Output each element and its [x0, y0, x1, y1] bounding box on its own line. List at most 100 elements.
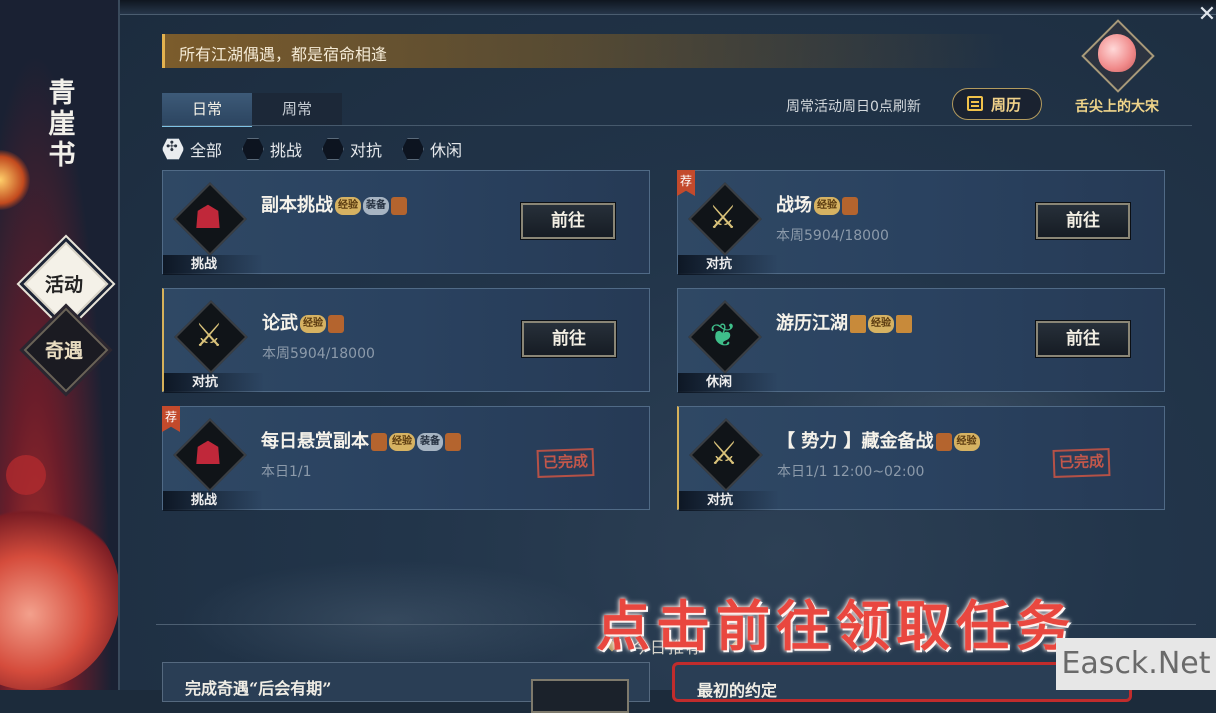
reward-item-icon — [328, 315, 344, 333]
reward-exp-icon: 经验 — [868, 315, 894, 333]
emblem-glyph: ☗ — [193, 198, 223, 236]
nav-activity-label[interactable]: 活动 — [24, 270, 104, 297]
activity-emblem-icon: ⚔ — [684, 182, 762, 261]
activity-card[interactable]: ☗ 挑战 副本挑战 经验 装备 前往 — [162, 170, 650, 275]
radio-selected-icon — [162, 138, 184, 160]
go-button[interactable]: 前往 — [522, 321, 616, 357]
badge-label: 舌尖上的大宋 — [1075, 99, 1159, 115]
calendar-icon — [967, 96, 983, 111]
radio-icon — [322, 138, 345, 160]
activity-title: 每日悬赏副本 经验 装备 — [261, 427, 461, 453]
tutorial-caption: 点击前往领取任务 — [596, 594, 1076, 658]
recommend-card[interactable]: 完成奇遇“后会有期” — [162, 662, 650, 713]
reward-exp-icon: 经验 — [814, 197, 840, 215]
refresh-note: 周常活动周日0点刷新 — [786, 99, 921, 115]
emblem-glyph: ⚔ — [709, 434, 739, 472]
moon-decoration — [0, 500, 118, 690]
activity-card[interactable]: ⚔ 对抗 【 势力 】藏金备战 经验本日1/1 12:00~02:00 已完成 — [677, 406, 1165, 511]
tabs-divider — [162, 125, 1192, 126]
go-button[interactable]: 前往 — [521, 203, 615, 239]
reward-book-icon — [896, 315, 912, 333]
activity-title: 副本挑战 经验 装备 — [261, 191, 407, 217]
completed-stamp: 已完成 — [536, 448, 595, 478]
weekly-calendar-button[interactable]: 周历 — [952, 88, 1042, 120]
activity-type-tag: 挑战 — [163, 255, 263, 275]
activity-type-tag: 对抗 — [679, 491, 779, 511]
filter-bar: 全部 挑战 对抗 休闲 — [162, 137, 482, 161]
emblem-glyph: ⚔ — [194, 316, 224, 354]
calendar-label: 周历 — [991, 96, 1022, 114]
radio-icon — [402, 138, 425, 160]
activity-title-text: 副本挑战 — [261, 195, 333, 216]
activity-title: 战场 经验 — [776, 191, 858, 217]
reward-exp-icon: 经验 — [300, 315, 326, 333]
filter-combat[interactable]: 对抗 — [322, 137, 382, 161]
reward-item-icon — [842, 197, 858, 215]
close-button[interactable]: ✕ — [1196, 4, 1216, 26]
activity-card[interactable]: ❦ 休闲 游历江湖 经验 前往 — [677, 288, 1165, 393]
decor-blob — [6, 455, 46, 495]
reward-item-icon — [391, 197, 407, 215]
activity-title: 论武 经验 — [262, 309, 344, 335]
reward-equip-icon: 装备 — [363, 197, 389, 215]
site-watermark: Easck.Net — [1056, 638, 1216, 690]
filter-label: 对抗 — [350, 141, 383, 160]
nav-encounter-label[interactable]: 奇遇 — [24, 336, 104, 363]
banner-text: 所有江湖偶遇，都是宿命相逢 — [179, 45, 388, 64]
activity-type-tag: 挑战 — [163, 491, 263, 511]
activity-emblem-icon: ⚔ — [170, 300, 248, 379]
activity-progress: 本日1/1 — [261, 464, 312, 480]
filter-label: 全部 — [190, 141, 223, 160]
activity-card[interactable]: ⚔ 对抗荐战场 经验 本周5904/18000 前往 — [677, 170, 1165, 275]
activity-emblem-icon: ☗ — [169, 418, 247, 497]
reward-book-icon — [850, 315, 866, 333]
filter-leisure[interactable]: 休闲 — [402, 137, 462, 161]
activity-progress: 本周5904/18000 — [776, 228, 889, 244]
reward-exp-icon: 经验 — [335, 197, 361, 215]
activity-emblem-icon: ⚔ — [685, 418, 763, 497]
tab-daily[interactable]: 日常 — [162, 93, 252, 127]
reward-exp-icon: 经验 — [953, 433, 980, 451]
sidebar-title: 青崖书 — [48, 78, 78, 171]
activity-title: 【 势力 】藏金备战 经验 — [777, 427, 980, 453]
lantern-decoration — [0, 150, 30, 210]
reward-item-icon — [935, 433, 952, 451]
recommend-go-button[interactable] — [531, 679, 629, 713]
reward-equip-icon: 装备 — [417, 433, 443, 451]
completed-stamp: 已完成 — [1052, 448, 1111, 478]
top-rim — [120, 0, 1216, 15]
peach-icon — [1098, 34, 1136, 72]
activity-title-text: 每日悬赏副本 — [261, 431, 369, 452]
recommend-card-text: 最初的约定 — [697, 681, 778, 700]
reward-item-icon — [445, 433, 461, 451]
go-button[interactable]: 前往 — [1036, 203, 1130, 239]
activity-emblem-icon: ☗ — [169, 182, 247, 261]
recommend-card-text: 完成奇遇“后会有期” — [185, 679, 332, 698]
left-sidebar: 青崖书 活动 奇遇 — [0, 0, 118, 690]
filter-label: 休闲 — [430, 141, 463, 160]
activity-emblem-icon: ❦ — [684, 300, 762, 379]
activity-type-tag: 对抗 — [678, 255, 778, 275]
activity-title-text: 战场 — [776, 195, 812, 216]
reward-exp-icon: 经验 — [389, 433, 415, 451]
food-event-badge[interactable]: 舌尖上的大宋 — [1070, 19, 1170, 124]
activity-progress: 本周5904/18000 — [262, 346, 375, 362]
emblem-glyph: ❦ — [709, 316, 737, 354]
reward-item-icon — [371, 433, 387, 451]
go-button[interactable]: 前往 — [1036, 321, 1130, 357]
filter-all[interactable]: 全部 — [162, 137, 222, 161]
tab-weekly[interactable]: 周常 — [252, 93, 342, 125]
activity-type-tag: 休闲 — [678, 373, 778, 393]
radio-icon — [242, 138, 265, 160]
filter-label: 挑战 — [270, 141, 303, 160]
emblem-glyph: ☗ — [193, 434, 223, 472]
activity-type-tag: 对抗 — [164, 373, 264, 393]
activity-title-text: 游历江湖 — [776, 313, 848, 334]
emblem-glyph: ⚔ — [708, 198, 738, 236]
activity-title-text: 论武 — [262, 313, 298, 334]
activity-title-text: 【 势力 】藏金备战 — [777, 431, 934, 452]
filter-challenge[interactable]: 挑战 — [242, 137, 302, 161]
activity-card[interactable]: ⚔ 对抗 论武 经验本周5904/18000 前往 — [162, 288, 650, 393]
activity-progress: 本日1/1 12:00~02:00 — [777, 464, 925, 480]
activity-card[interactable]: ☗ 挑战荐每日悬赏副本 经验 装备 本日1/1 已完成 — [162, 406, 650, 511]
